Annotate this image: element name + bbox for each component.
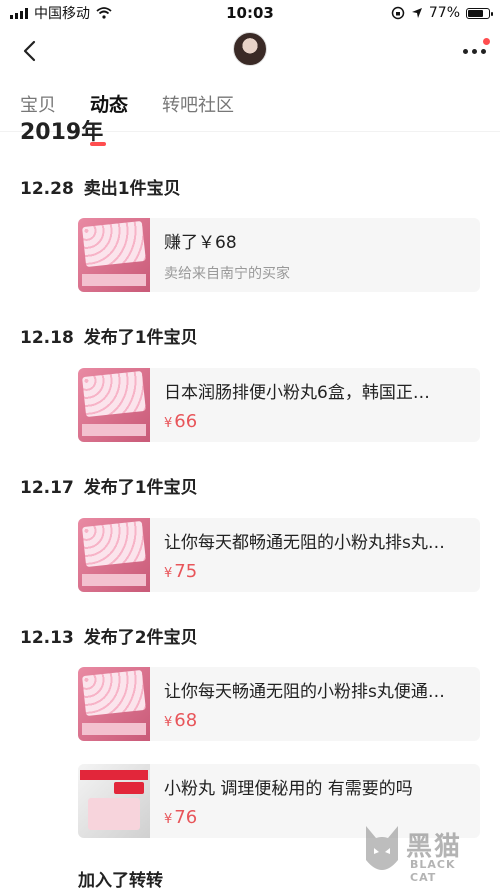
event-action: 发布了1件宝贝 (83, 478, 198, 498)
nav-bar (0, 26, 500, 76)
timeline: 2019年 12.28 卖出1件宝贝 赚了￥68 卖给来自南宁的买家 12.18 发… (0, 120, 500, 888)
product-thumbnail (78, 518, 150, 592)
product-thumbnail (78, 764, 150, 838)
event-date: 12.17 (20, 478, 74, 498)
battery-label: 77% (428, 5, 460, 21)
product-title: 小粉丸 调理便秘用的 有需要的吗 (164, 779, 413, 799)
year-heading: 2019年 (20, 120, 106, 146)
event-heading: 12.13 发布了2件宝贝 (20, 623, 198, 648)
event-date: 12.28 (20, 179, 74, 199)
year-underline (90, 142, 106, 146)
cat-logo-icon (366, 826, 398, 870)
event-heading: 12.28 卖出1件宝贝 (20, 174, 181, 199)
product-card[interactable]: 日本润肠排便小粉丸6盒，韩国正… ¥66 (78, 368, 480, 442)
rotation-lock-icon (391, 6, 405, 20)
more-button[interactable] (452, 36, 490, 66)
product-price: ¥68 (164, 710, 198, 731)
avatar[interactable] (233, 32, 267, 66)
event-heading: 12.18 发布了1件宝贝 (20, 323, 198, 348)
product-title: 让你每天都畅通无阻的小粉丸排s丸… (164, 533, 445, 553)
buyer-text: 卖给来自南宁的买家 (164, 266, 290, 282)
back-button[interactable] (14, 36, 44, 66)
event-heading: 12.17 发布了1件宝贝 (20, 473, 198, 498)
battery-icon (466, 7, 493, 19)
earned-text: 赚了￥68 (164, 233, 237, 253)
notification-dot (483, 38, 490, 45)
product-thumbnail (78, 667, 150, 741)
status-bar: 中国移动 10:03 77% (0, 0, 500, 26)
watermark-subtext: BLACK CAT (410, 858, 456, 884)
product-thumbnail (78, 368, 150, 442)
tab-community[interactable]: 转吧社区 (162, 91, 234, 117)
product-price: ¥75 (164, 561, 198, 582)
product-price: ¥66 (164, 411, 198, 432)
event-action: 卖出1件宝贝 (83, 179, 181, 199)
product-card[interactable]: 让你每天都畅通无阻的小粉丸排s丸… ¥75 (78, 518, 480, 592)
more-dots-icon (463, 48, 468, 54)
black-cat-watermark: 黑猫 BLACK CAT (362, 824, 486, 884)
status-right: 77% (391, 5, 493, 21)
status-left: 中国移动 (10, 3, 112, 23)
event-date: 12.18 (20, 328, 74, 348)
sold-item-card[interactable]: 赚了￥68 卖给来自南宁的买家 (78, 218, 480, 292)
tab-baobei[interactable]: 宝贝 (20, 91, 56, 117)
product-title: 让你每天畅通无阻的小粉排s丸便通… (164, 682, 445, 702)
carrier-label: 中国移动 (34, 6, 90, 22)
event-action: 发布了2件宝贝 (83, 628, 198, 648)
joined-event: 加入了转转 (78, 871, 163, 888)
wifi-icon (96, 7, 112, 19)
signal-icon (10, 7, 28, 19)
product-title: 日本润肠排便小粉丸6盒，韩国正… (164, 383, 430, 403)
location-icon (411, 8, 422, 18)
product-card[interactable]: 让你每天畅通无阻的小粉排s丸便通… ¥68 (78, 667, 480, 741)
tab-dongtai[interactable]: 动态 (90, 90, 128, 117)
product-thumbnail (78, 218, 150, 292)
chevron-left-icon (23, 40, 36, 62)
event-date: 12.13 (20, 628, 74, 648)
event-action: 发布了1件宝贝 (83, 328, 198, 348)
